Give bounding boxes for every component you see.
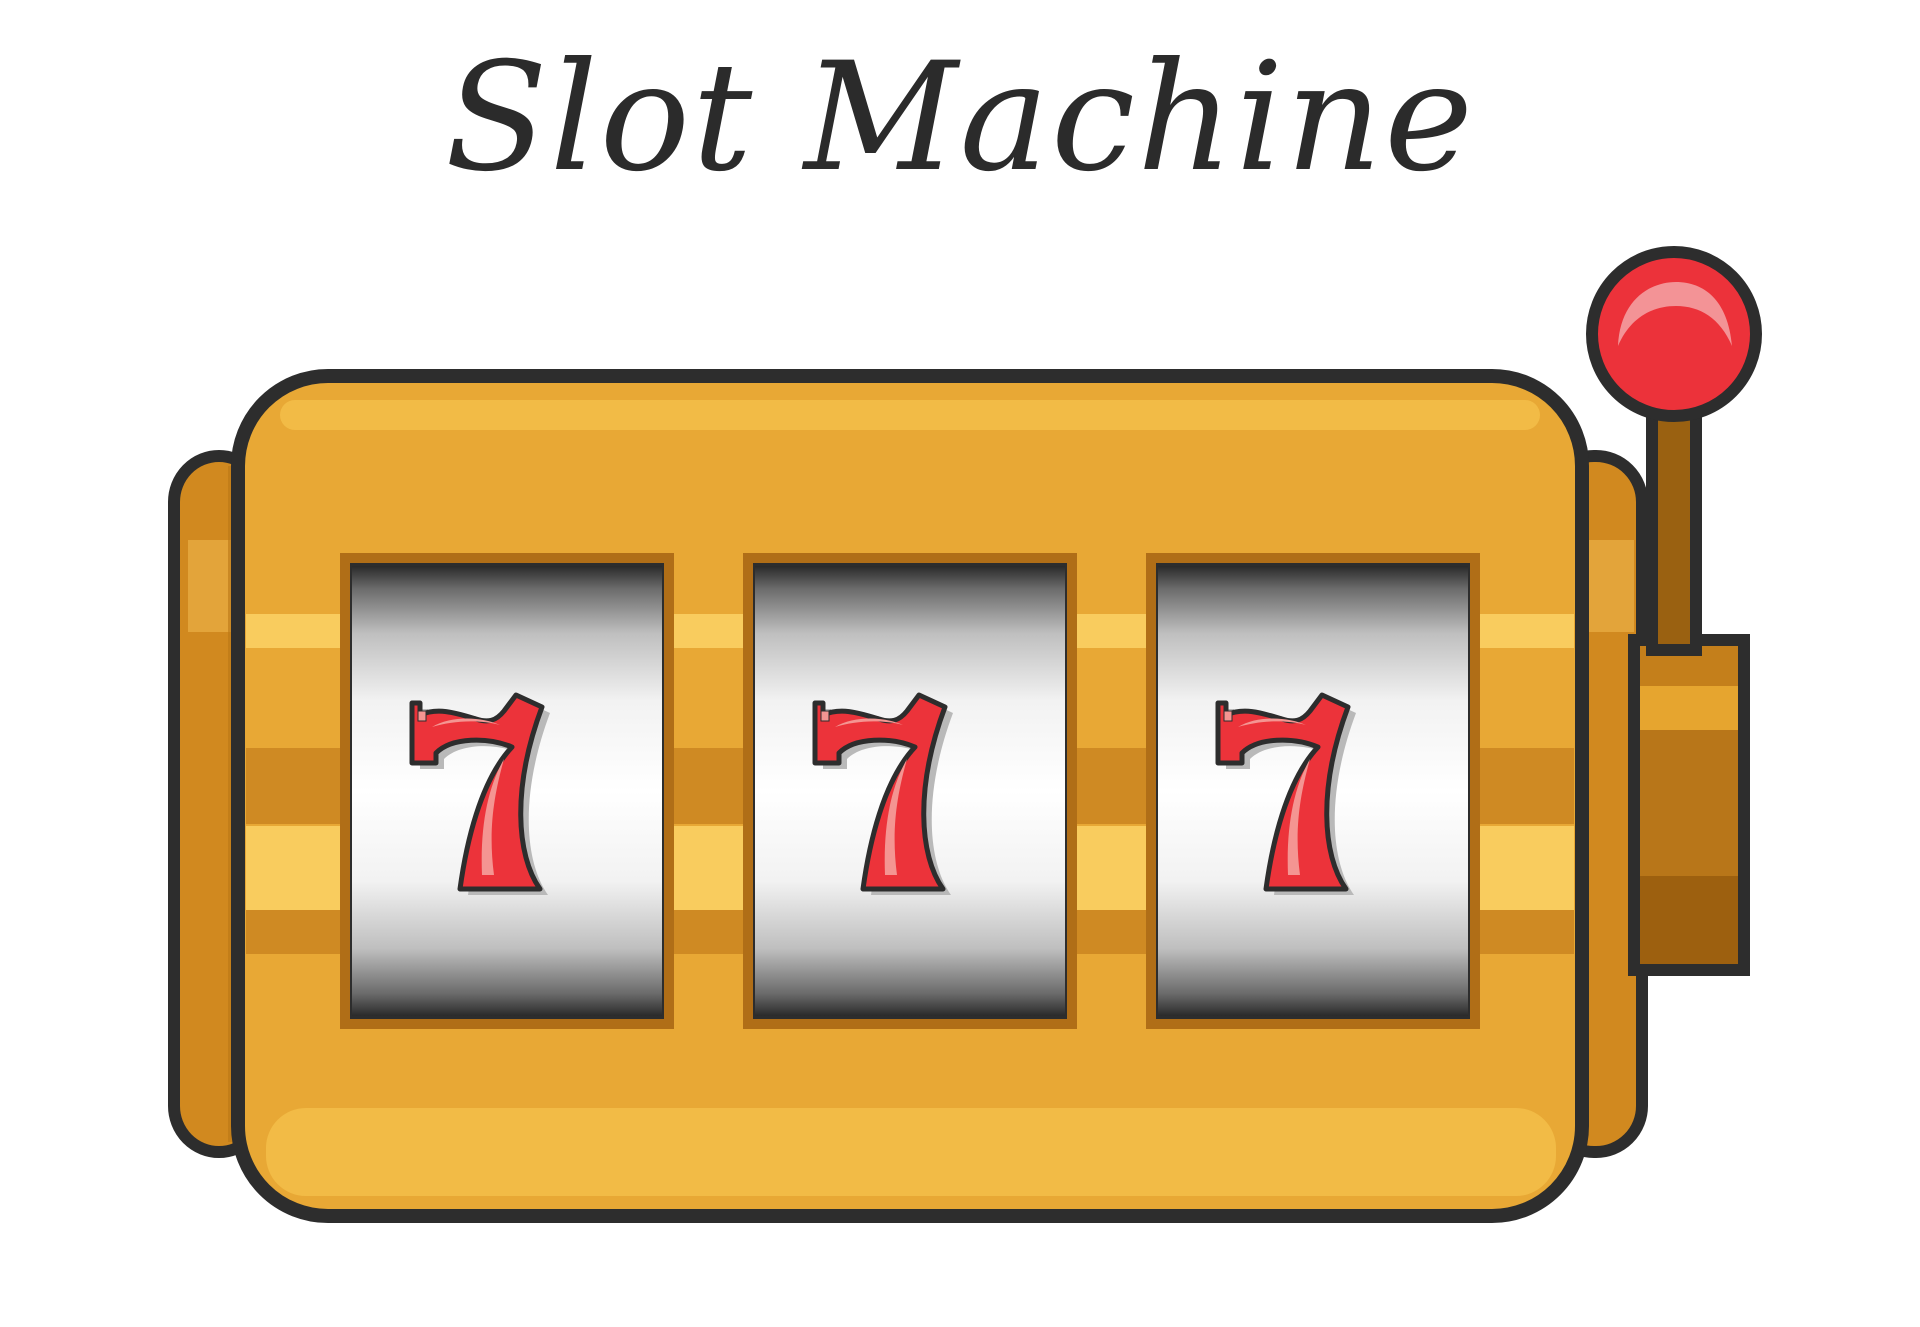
slot-machine-scene: Slot Machine bbox=[0, 0, 1920, 1327]
lever-knob[interactable] bbox=[1586, 246, 1762, 422]
slot-machine bbox=[168, 246, 1762, 1223]
reel-1 bbox=[340, 553, 674, 1029]
reel-2 bbox=[743, 553, 1077, 1029]
reel-3 bbox=[1146, 553, 1480, 1029]
